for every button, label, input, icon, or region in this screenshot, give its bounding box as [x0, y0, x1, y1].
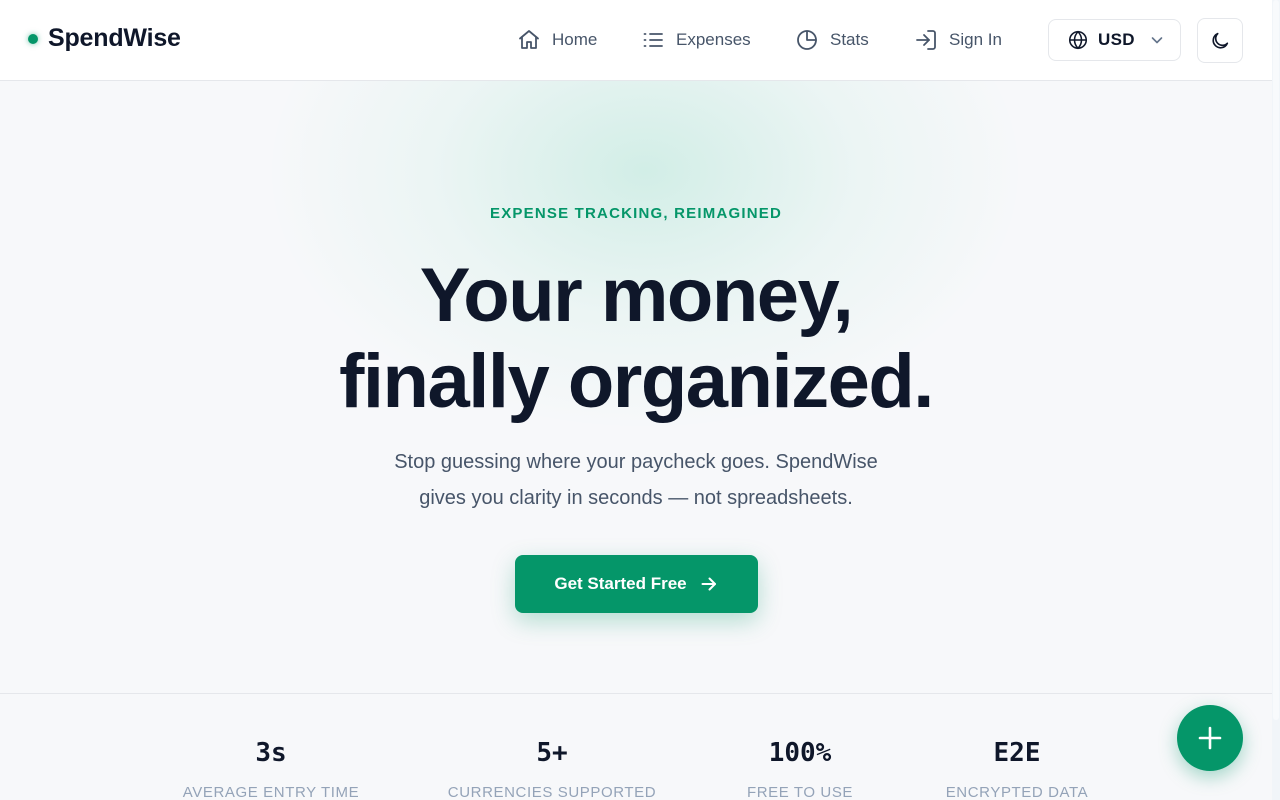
- brand-logo[interactable]: SpendWise: [28, 24, 181, 53]
- hero-eyebrow: EXPENSE TRACKING, REIMAGINED: [490, 205, 782, 222]
- brand-name: SpendWise: [48, 24, 181, 52]
- hero-headline: Your money, finally organized.: [0, 253, 1272, 425]
- stat-value: 5+: [536, 738, 568, 768]
- hero-subtext: Stop guessing where your paycheck goes. …: [0, 444, 1272, 516]
- page-scrollbar[interactable]: [1272, 0, 1280, 800]
- stat-item: 100% FREE TO USE: [690, 738, 910, 800]
- nav-sign-in-label: Sign In: [949, 30, 1002, 49]
- stat-value: 100%: [768, 738, 832, 768]
- currency-value: USD: [1098, 30, 1135, 49]
- hero-headline-line1: Your money,: [419, 253, 854, 338]
- nav-expenses-link[interactable]: Expenses: [641, 27, 751, 53]
- plus-icon: [1198, 726, 1222, 750]
- stat-label: ENCRYPTED DATA: [945, 784, 1089, 800]
- home-icon: [519, 30, 539, 49]
- globe-icon: [1068, 30, 1088, 50]
- stat-value: E2E: [993, 738, 1041, 768]
- nav-stats-link[interactable]: Stats: [795, 27, 869, 53]
- list-icon: [643, 33, 663, 47]
- stat-label: AVERAGE ENTRY TIME: [182, 784, 360, 800]
- get-started-button[interactable]: Get Started Free: [515, 555, 758, 613]
- stats-section: 3s AVERAGE ENTRY TIME 5+ CURRENCIES SUPP…: [0, 693, 1272, 800]
- brand-dot-icon: [28, 33, 38, 44]
- moon-icon: [1212, 32, 1229, 49]
- nav-home-label: Home: [552, 30, 598, 49]
- hero-subtext-line1: Stop guessing where your paycheck goes. …: [394, 451, 878, 473]
- hero-subtext-line2: gives you clarity in seconds — not sprea…: [419, 487, 853, 509]
- stat-item: 5+ CURRENCIES SUPPORTED: [442, 738, 662, 800]
- chevron-down-icon: [1151, 37, 1163, 44]
- add-expense-fab[interactable]: [1177, 705, 1243, 771]
- pie-chart-icon: [797, 30, 817, 50]
- nav-expenses-label: Expenses: [676, 30, 751, 49]
- nav-home-link[interactable]: Home: [517, 27, 597, 53]
- stat-item: 3s AVERAGE ENTRY TIME: [161, 738, 381, 800]
- stat-value: 3s: [255, 738, 287, 768]
- stat-item: E2E ENCRYPTED DATA: [907, 738, 1127, 800]
- hero-section: EXPENSE TRACKING, REIMAGINED Your money,…: [0, 81, 1272, 693]
- nav-sign-in-link[interactable]: Sign In: [914, 27, 1002, 53]
- nav-stats-label: Stats: [830, 30, 869, 49]
- top-navigation-bar: SpendWise Home Expenses Stats Sign In US…: [0, 0, 1272, 81]
- stat-label: FREE TO USE: [746, 784, 854, 800]
- hero-headline-line2: finally organized.: [339, 339, 934, 424]
- theme-toggle-button[interactable]: [1197, 18, 1243, 63]
- arrow-right-icon: [701, 577, 716, 591]
- scrollbar-thumb[interactable]: [1273, 0, 1279, 720]
- stat-label: CURRENCIES SUPPORTED: [447, 784, 657, 800]
- sign-in-icon: [916, 30, 936, 50]
- currency-selector[interactable]: USD: [1048, 19, 1181, 61]
- get-started-label: Get Started Free: [554, 574, 687, 593]
